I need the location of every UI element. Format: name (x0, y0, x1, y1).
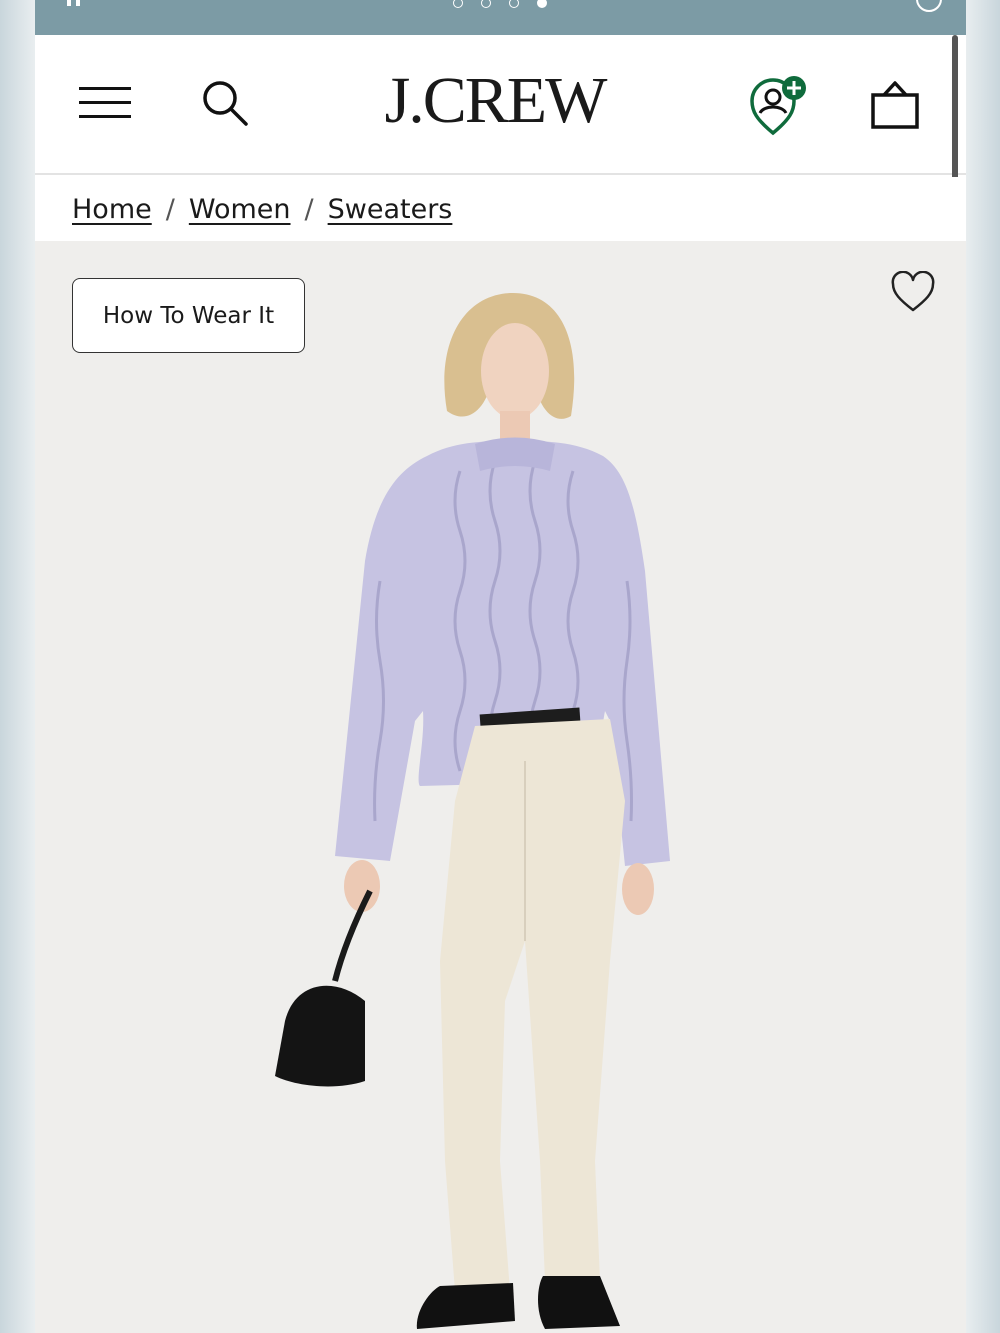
product-image[interactable]: How To Wear It (35, 241, 966, 1333)
carousel-dot-active[interactable] (537, 0, 547, 8)
breadcrumb-sweaters[interactable]: Sweaters (328, 194, 453, 225)
brand-logo[interactable]: J.CREW (365, 65, 625, 137)
breadcrumb-women[interactable]: Women (189, 194, 291, 225)
model-photo (275, 293, 670, 1329)
breadcrumb-separator: / (165, 193, 175, 225)
carousel-dot[interactable] (509, 0, 519, 8)
pause-icon[interactable] (65, 0, 85, 6)
shopping-bag-icon[interactable] (870, 79, 922, 131)
promo-carousel-dots (453, 0, 547, 10)
heart-outline-icon[interactable] (890, 270, 936, 313)
how-to-wear-it-button[interactable]: How To Wear It (72, 278, 305, 353)
breadcrumb: Home / Women / Sweaters (35, 177, 966, 241)
breadcrumb-separator: / (304, 193, 314, 225)
hamburger-menu-icon[interactable] (79, 85, 131, 119)
site-header: J.CREW (35, 35, 966, 213)
breadcrumb-home[interactable]: Home (72, 194, 152, 225)
rewards-plus-icon[interactable] (748, 75, 810, 139)
promo-banner (35, 0, 966, 35)
carousel-dot[interactable] (481, 0, 491, 8)
product-page: J.CREW Home / Women / Sweaters How To We… (35, 0, 966, 1333)
search-icon[interactable] (201, 79, 249, 127)
user-circle-icon[interactable] (916, 0, 942, 12)
carousel-dot[interactable] (453, 0, 463, 8)
